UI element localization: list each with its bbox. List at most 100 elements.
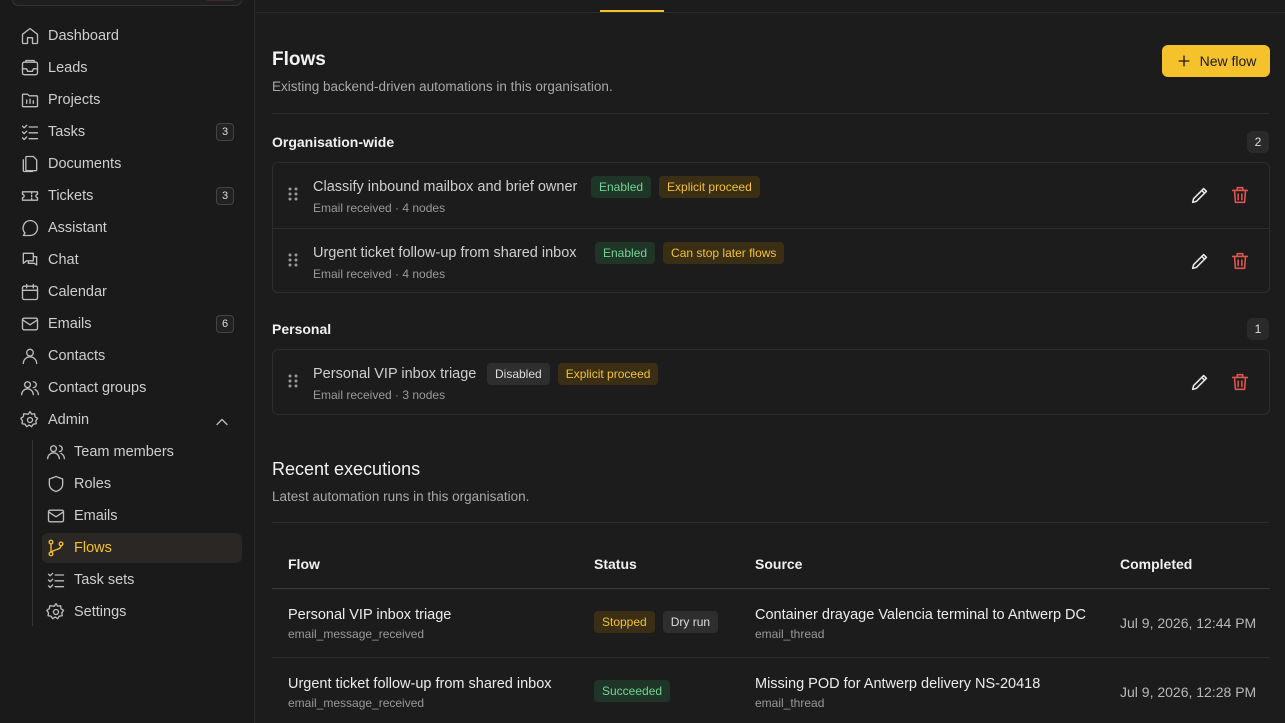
- tickets-count-badge: 3: [216, 187, 234, 205]
- flow-meta: Email received · 4 nodes: [313, 267, 446, 281]
- list-check-icon: [21, 124, 39, 141]
- sidebar-item-team-members[interactable]: Team members: [42, 438, 242, 466]
- mail-icon: [21, 317, 39, 331]
- active-tab-indicator: [600, 10, 664, 12]
- main-content: Flows Existing backend-driven automation…: [256, 0, 1285, 723]
- sidebar-item-label: Documents: [48, 156, 122, 172]
- drag-handle-icon[interactable]: [287, 373, 299, 389]
- sidebar-item-documents[interactable]: Documents: [16, 150, 242, 178]
- sidebar-item-label: Calendar: [48, 284, 107, 300]
- sidebar-item-tickets[interactable]: Tickets 3: [16, 182, 242, 210]
- status-badge: Disabled: [487, 363, 550, 385]
- drag-handle-icon[interactable]: [287, 186, 299, 202]
- table-row[interactable]: Personal VIP inbox triage email_message_…: [272, 589, 1270, 657]
- delete-flow-button[interactable]: [1229, 371, 1251, 393]
- sidebar-item-flows[interactable]: Flows: [42, 533, 242, 563]
- execution-source[interactable]: Container drayage Valencia terminal to A…: [755, 607, 1086, 623]
- executions-title: Recent executions: [272, 459, 421, 479]
- execution-source-type: email_thread: [755, 627, 825, 641]
- group-count-organisation: 2: [1247, 131, 1269, 153]
- sidebar-item-label: Tickets: [48, 188, 94, 204]
- sidebar-item-projects[interactable]: Projects: [16, 86, 242, 114]
- pencil-icon: [1191, 187, 1208, 204]
- shield-icon: [48, 475, 64, 493]
- emails-count-badge: 6: [216, 315, 234, 333]
- sidebar-item-settings[interactable]: Settings: [42, 598, 242, 626]
- sidebar-item-contact-groups[interactable]: Contact groups: [16, 374, 242, 402]
- flow-row[interactable]: Personal VIP inbox triage Disabled Expli…: [273, 350, 1269, 414]
- flow-row[interactable]: Urgent ticket follow-up from shared inbo…: [273, 228, 1269, 292]
- column-header-status: Status: [594, 556, 637, 572]
- edit-flow-button[interactable]: [1189, 184, 1211, 206]
- sidebar-item-dashboard[interactable]: Dashboard: [16, 22, 242, 50]
- sidebar-item-label: Admin: [48, 412, 90, 428]
- pencil-icon: [1191, 253, 1208, 270]
- sidebar-item-leads[interactable]: Leads: [16, 54, 242, 82]
- sidebar-item-contacts[interactable]: Contacts: [16, 342, 242, 370]
- tasks-count-badge: 3: [216, 123, 234, 141]
- shortcut-hint: [205, 0, 235, 1]
- admin-submenu-guide: [32, 440, 33, 626]
- sidebar-item-label: Projects: [48, 92, 101, 108]
- user-icon: [22, 348, 38, 365]
- sidebar-item-label: Assistant: [48, 220, 107, 236]
- execution-flow-name: Personal VIP inbox triage: [288, 607, 452, 623]
- sidebar-item-tasks[interactable]: Tasks 3: [16, 118, 242, 146]
- mode-badge: Explicit proceed: [557, 363, 659, 385]
- sidebar-item-label: Emails: [48, 316, 92, 332]
- edit-flow-button[interactable]: [1189, 371, 1211, 393]
- sidebar-item-label: Tasks: [48, 124, 86, 140]
- flow-badges: Enabled Explicit proceed: [591, 176, 760, 198]
- status-badge: Enabled: [591, 176, 652, 198]
- sidebar-item-chat[interactable]: Chat: [16, 246, 242, 274]
- execution-flow-trigger: email_message_received: [288, 696, 425, 710]
- sidebar-item-label: Leads: [48, 60, 88, 76]
- sidebar-item-label: Contacts: [48, 348, 106, 364]
- sidebar-item-calendar[interactable]: Calendar: [16, 278, 242, 306]
- top-tab-bar: [256, 0, 1285, 13]
- sidebar-item-emails[interactable]: Emails 6: [16, 310, 242, 338]
- sidebar-item-label: Roles: [74, 476, 112, 492]
- table-row[interactable]: Urgent ticket follow-up from shared inbo…: [272, 657, 1270, 723]
- sidebar-item-label: Emails: [74, 508, 118, 524]
- status-badge: Succeeded: [594, 680, 671, 702]
- flow-row[interactable]: Classify inbound mailbox and brief owner…: [273, 163, 1269, 227]
- mail-icon: [47, 509, 65, 523]
- execution-source-type: email_thread: [755, 696, 825, 710]
- sidebar-item-label: Dashboard: [48, 28, 119, 44]
- flow-name: Personal VIP inbox triage: [313, 366, 477, 382]
- gear-icon: [20, 411, 39, 428]
- sidebar-item-admin[interactable]: Admin: [16, 406, 242, 434]
- sidebar-item-assistant[interactable]: Assistant: [16, 214, 242, 242]
- new-flow-button[interactable]: New flow: [1162, 45, 1270, 77]
- column-header-completed: Completed: [1120, 556, 1193, 572]
- drag-handle-icon[interactable]: [287, 252, 299, 268]
- calendar-icon: [21, 283, 39, 301]
- flow-name: Urgent ticket follow-up from shared inbo…: [313, 245, 577, 261]
- chat-bubble-icon: [22, 219, 39, 237]
- execution-source[interactable]: Missing POD for Antwerp delivery NS-2041…: [755, 676, 1040, 692]
- flow-list-personal: Personal VIP inbox triage Disabled Expli…: [272, 349, 1270, 415]
- sidebar-item-admin-emails[interactable]: Emails: [42, 502, 242, 530]
- delete-flow-button[interactable]: [1229, 184, 1251, 206]
- sidebar-search-box[interactable]: [12, 0, 242, 6]
- execution-flow-name: Urgent ticket follow-up from shared inbo…: [288, 676, 552, 692]
- chevron-up-icon[interactable]: [212, 412, 232, 432]
- execution-status: Stopped Dry run: [594, 611, 719, 633]
- sidebar-item-task-sets[interactable]: Task sets: [42, 566, 242, 594]
- executions-divider: [272, 522, 1269, 523]
- execution-completed: Jul 9, 2026, 12:28 PM: [1120, 684, 1257, 700]
- gear-icon: [46, 603, 65, 620]
- sidebar-item-roles[interactable]: Roles: [42, 470, 242, 498]
- trash-icon: [1231, 186, 1249, 204]
- flow-name: Classify inbound mailbox and brief owner: [313, 179, 578, 195]
- delete-flow-button[interactable]: [1229, 250, 1251, 272]
- column-header-source: Source: [755, 556, 803, 572]
- flow-meta: Email received · 3 nodes: [313, 388, 446, 402]
- edit-flow-button[interactable]: [1189, 250, 1211, 272]
- flow-badges: Disabled Explicit proceed: [487, 363, 659, 385]
- execution-completed: Jul 9, 2026, 12:44 PM: [1120, 615, 1257, 631]
- trash-icon: [1231, 373, 1249, 391]
- sidebar-item-label: Settings: [74, 604, 127, 620]
- git-branch-icon: [48, 539, 64, 557]
